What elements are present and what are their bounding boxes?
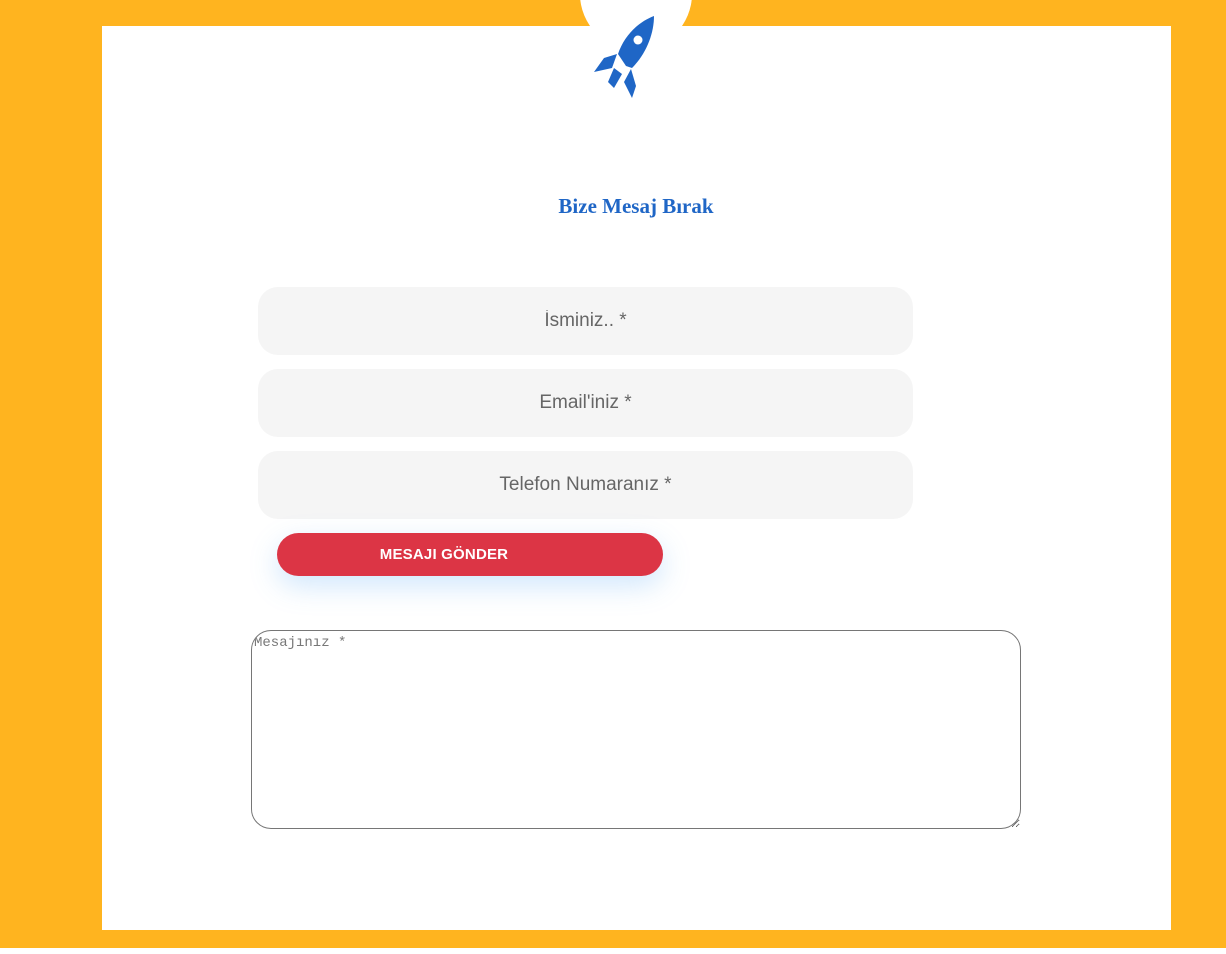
form-title: Bize Mesaj Bırak — [558, 194, 714, 218]
name-input[interactable] — [258, 287, 913, 355]
send-message-button[interactable]: MESAJI GÖNDER — [277, 533, 663, 576]
phone-input[interactable] — [258, 451, 913, 519]
rocket-icon — [594, 16, 654, 98]
email-input[interactable] — [258, 369, 913, 437]
bottom-strip — [0, 948, 1226, 954]
message-textarea[interactable] — [251, 630, 1021, 829]
